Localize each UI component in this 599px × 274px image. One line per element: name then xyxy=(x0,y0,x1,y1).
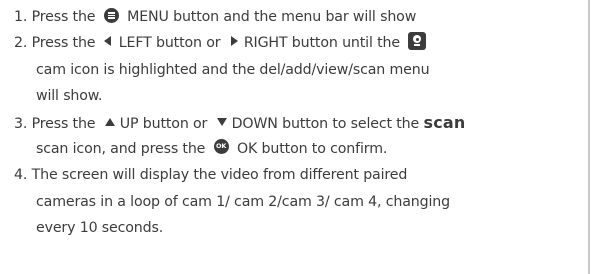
step-2-line-2-text: cam icon is highlighted and the del/add/… xyxy=(36,61,430,78)
step-2-text-b: LEFT button or xyxy=(118,35,221,52)
step-2-line-1: 2. Press the LEFT button or RIGHT button… xyxy=(14,30,584,56)
ok-icon: OK xyxy=(213,139,229,155)
up-triangle-icon xyxy=(104,117,115,126)
step-1-text-a: 1. Press the xyxy=(14,9,96,25)
ok-icon-label: OK xyxy=(216,142,227,151)
step-4-line-3: every 10 seconds. xyxy=(14,215,584,241)
instruction-page: 1. Press the MENU button and the menu ba… xyxy=(0,0,586,274)
step-2-line-3-text: will show. xyxy=(36,88,103,105)
step-3-text-a: 3. Press the xyxy=(14,115,96,132)
down-triangle-icon xyxy=(216,117,227,126)
step-1-text-b: MENU button and the menu bar will show xyxy=(127,9,417,25)
step-1-line-1: 1. Press the MENU button and the menu ba… xyxy=(14,4,584,30)
step-4-line-2-text: cameras in a loop of cam 1/ cam 2/cam 3/… xyxy=(36,193,450,210)
step-3-text-c: DOWN button to select the xyxy=(231,115,420,132)
step-3-line-2: scan icon, and press the OK OK button to… xyxy=(14,136,584,162)
step-4-line-2: cameras in a loop of cam 1/ cam 2/cam 3/… xyxy=(14,189,584,215)
menu-icon xyxy=(103,7,119,23)
left-triangle-icon xyxy=(103,36,111,47)
scan-icon-word: scan xyxy=(423,112,466,132)
instruction-steps: 1. Press the MENU button and the menu ba… xyxy=(14,4,584,242)
step-2-text-c: RIGHT button until the xyxy=(243,35,400,52)
cam-icon xyxy=(408,32,427,51)
step-3-text-b: UP button or xyxy=(119,115,208,132)
step-3-line-2-text-a: scan icon, and press the xyxy=(36,140,206,157)
right-triangle-icon xyxy=(230,36,238,47)
right-border-rule xyxy=(588,0,590,274)
step-3-line-1: 3. Press the UP button or DOWN button to… xyxy=(14,110,584,136)
step-3-line-2-text-b: OK button to confirm. xyxy=(237,140,388,157)
step-4-line-1-text: 4. The screen will display the video fro… xyxy=(14,167,408,184)
step-4-line-3-text: every 10 seconds. xyxy=(36,220,164,237)
step-2-text-a: 2. Press the xyxy=(14,35,96,52)
step-2-line-2: cam icon is highlighted and the del/add/… xyxy=(14,57,584,83)
step-4-line-1: 4. The screen will display the video fro… xyxy=(14,162,584,188)
step-2-line-3: will show. xyxy=(14,83,584,109)
